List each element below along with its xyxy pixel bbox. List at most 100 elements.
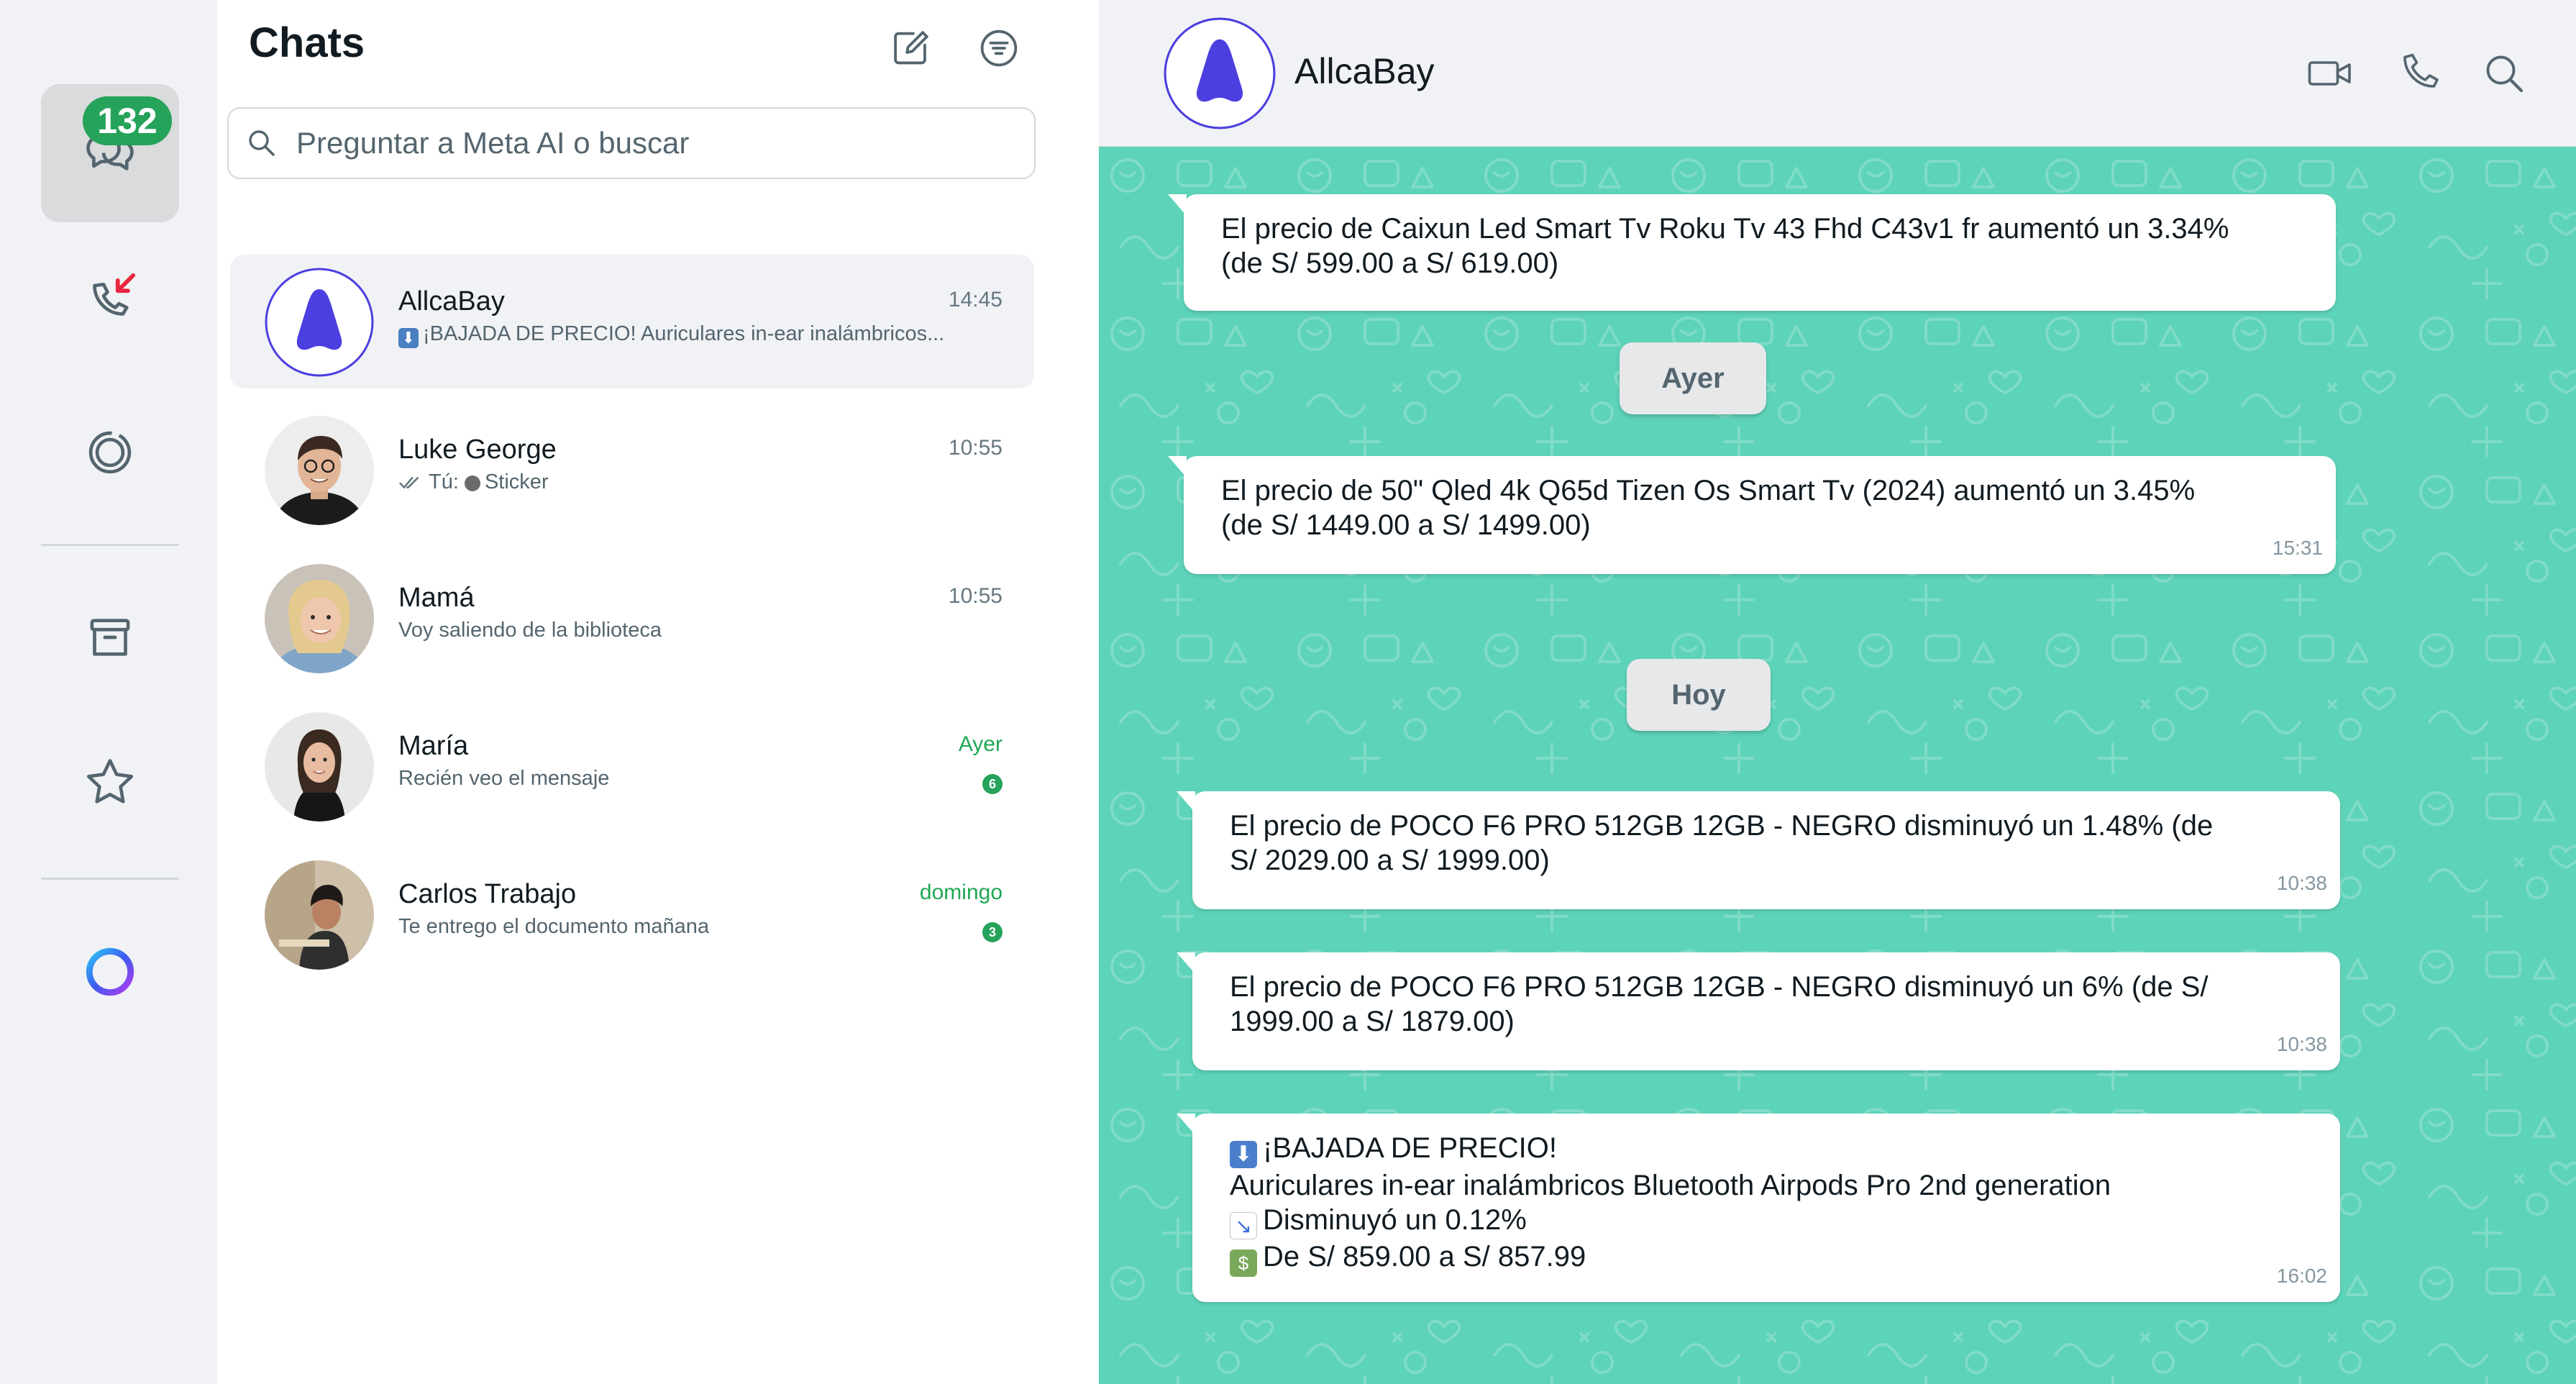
chat-name: Luke George (398, 434, 557, 465)
chat-name: Mamá (398, 583, 475, 613)
search-input[interactable] (295, 125, 1002, 161)
chat-time: domingo (919, 880, 1002, 904)
chat-preview-text: Sticker (484, 470, 549, 493)
voice-call-button[interactable] (2392, 47, 2444, 99)
message-time: 15:31 (2272, 537, 2323, 559)
chat-time: 14:45 (948, 288, 1002, 311)
bubble-tail (1177, 952, 1195, 974)
person-photo-icon (265, 564, 374, 673)
unread-count-badge: 6 (982, 774, 1002, 794)
date-separator: Hoy (1627, 659, 1771, 731)
meta-ai-nav-button[interactable] (41, 903, 179, 1041)
message-text: Disminuyó un 0.12% (1263, 1204, 1527, 1236)
chat-row-mama[interactable]: Mamá 10:55 Voy saliendo de la biblioteca (230, 551, 1034, 685)
chat-preview: Te entrego el documento mañana (398, 915, 710, 938)
person-photo-icon (265, 860, 374, 970)
avatar (265, 268, 374, 377)
preview-prefix: Tú: (429, 470, 459, 493)
chat-preview: Tú: Sticker (398, 470, 974, 494)
message-bubble[interactable]: El precio de POCO F6 PRO 512GB 12GB - NE… (1177, 791, 2340, 909)
message-bubble[interactable]: El precio de 50" Qled 4k Q65d Tizen Os S… (1168, 456, 2336, 574)
message-bubble[interactable]: El precio de Caixun Led Smart Tv Roku Tv… (1168, 194, 2336, 311)
new-chat-button[interactable] (886, 23, 936, 73)
person-photo-icon (265, 712, 374, 821)
message-time: 10:38 (2276, 872, 2327, 894)
status-icon (88, 431, 132, 474)
phone-icon (2403, 53, 2439, 88)
chat-name: AllcaBay (398, 286, 505, 317)
chat-row-maria[interactable]: María Ayer Recién veo el mensaje 6 (230, 699, 1034, 833)
avatar (265, 416, 374, 525)
chat-list-panel: Chats AllcaBay 14:45 ⬇¡BAJADA DE PR (217, 0, 1100, 1384)
bubble-tail (1177, 1114, 1195, 1135)
star-icon (86, 759, 134, 803)
message-bubble[interactable]: ⬇ ¡BAJADA DE PRECIO! Auriculares in-ear i… (1177, 1114, 2340, 1302)
video-call-button[interactable] (2304, 47, 2356, 99)
meta-ai-ring-icon (86, 947, 134, 996)
search-icon (2486, 55, 2524, 93)
message-line: (de S/ 1449.00 a S/ 1499.00) (1221, 509, 1591, 541)
bubble-tail (1177, 791, 1195, 813)
message-text: De S/ 859.00 a S/ 857.99 (1263, 1241, 1586, 1273)
calls-nav-button[interactable] (41, 229, 179, 368)
contact-name[interactable]: AllcaBay (1294, 50, 1435, 92)
down-arrow-emoji-icon: ⬇ (1230, 1141, 1257, 1168)
date-separator: Ayer (1620, 342, 1766, 414)
message-bubble[interactable]: El precio de POCO F6 PRO 512GB 12GB - NE… (1177, 952, 2340, 1070)
unread-chats-badge: 132 (83, 96, 172, 145)
chat-time: Ayer (958, 732, 1002, 756)
avatar (265, 712, 374, 821)
message-line: El precio de POCO F6 PRO 512GB 12GB - NE… (1230, 971, 2209, 1003)
bubble-tail (1168, 456, 1187, 478)
status-nav-button[interactable] (41, 383, 179, 522)
page-title: Chats (249, 19, 365, 66)
person-photo-icon (265, 416, 374, 525)
message-text: ¡BAJADA DE PRECIO! (1263, 1132, 1557, 1164)
double-check-icon (399, 477, 419, 489)
starred-nav-button[interactable] (41, 714, 179, 852)
sticker-icon (464, 475, 480, 491)
video-camera-icon (2308, 61, 2351, 86)
message-line: (de S/ 599.00 a S/ 619.00) (1221, 247, 1559, 279)
bubble-tail (1168, 194, 1187, 216)
message-line: El precio de Caixun Led Smart Tv Roku Tv… (1221, 213, 2229, 245)
avatar (265, 564, 374, 673)
allcabay-logo-icon (265, 268, 374, 377)
chat-preview: Recién veo el mensaje (398, 767, 610, 790)
chat-wallpaper: El precio de Caixun Led Smart Tv Roku Tv… (1099, 147, 2576, 1384)
chat-preview-text: ¡BAJADA DE PRECIO! Auriculares in-ear in… (423, 322, 945, 345)
message-time: 10:38 (2276, 1033, 2327, 1055)
chat-preview: Voy saliendo de la biblioteca (398, 619, 662, 642)
chat-row-luke-george[interactable]: Luke George 10:55 Tú: Sticker (230, 403, 1034, 537)
message-line: El precio de POCO F6 PRO 512GB 12GB - NE… (1230, 810, 2214, 842)
contact-avatar[interactable] (1164, 17, 1276, 129)
allcabay-logo-icon (1164, 17, 1276, 129)
archive-icon (90, 619, 130, 656)
chat-preview: ⬇ ¡BAJADA DE PRECIO! Auriculares in-ear i… (398, 322, 974, 348)
message-line: ↘ Disminuyó un 0.12% (1230, 1203, 2301, 1239)
money-with-wings-emoji-icon: $ (1230, 1249, 1257, 1277)
message-time: 16:02 (2276, 1265, 2327, 1287)
chat-row-carlos-trabajo[interactable]: Carlos Trabajo domingo Te entrego el doc… (230, 847, 1034, 981)
search-in-chat-button[interactable] (2478, 47, 2530, 99)
avatar (265, 860, 374, 970)
filter-icon (980, 29, 1018, 67)
message-line: $ De S/ 859.00 a S/ 857.99 (1230, 1239, 2301, 1277)
compose-icon (894, 31, 928, 65)
chart-decreasing-emoji-icon: ↘ (1230, 1212, 1257, 1239)
missed-call-icon (93, 273, 136, 316)
archived-nav-button[interactable] (41, 568, 179, 706)
chat-row-allcabay[interactable]: AllcaBay 14:45 ⬇ ¡BAJADA DE PRECIO! Auric… (230, 255, 1034, 388)
down-arrow-emoji-icon: ⬇ (398, 328, 419, 348)
search-icon (249, 130, 275, 156)
search-box (227, 107, 1036, 179)
chats-nav-button[interactable]: 132 (41, 84, 179, 222)
filter-menu-button[interactable] (974, 23, 1024, 73)
chat-time: 10:55 (948, 436, 1002, 460)
message-line: ⬇ ¡BAJADA DE PRECIO! (1230, 1131, 2301, 1168)
chat-time: 10:55 (948, 584, 1002, 608)
message-line: 1999.00 a S/ 1879.00) (1230, 1006, 1515, 1037)
conversation-panel: AllcaBay El precio de Caixun Led Smart T… (1099, 0, 2576, 1384)
conversation-header: AllcaBay (1099, 0, 2576, 147)
message-line: El precio de 50" Qled 4k Q65d Tizen Os S… (1221, 475, 2196, 506)
